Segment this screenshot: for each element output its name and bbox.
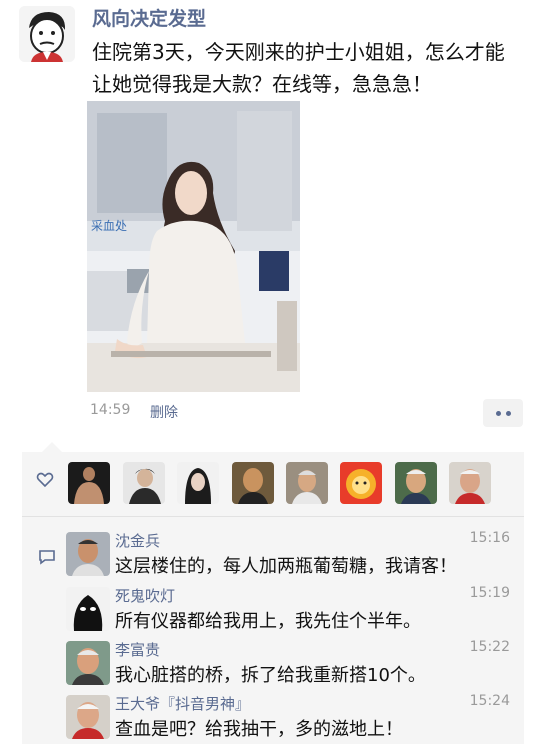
post-text: 住院第3天，今天刚来的护士小姐姐，怎么才能让她觉得我是大款？在线等，急急急！: [92, 40, 505, 96]
long-hair-avatar[interactable]: [177, 462, 219, 504]
panel-arrow: [42, 442, 62, 452]
heart-icon: [36, 472, 54, 488]
poster-avatar[interactable]: [19, 6, 75, 62]
comment-text: 我心脏搭的桥，拆了给我重新搭10个。: [115, 665, 426, 686]
commenter-avatar[interactable]: [66, 532, 110, 576]
post-time: 14:59: [90, 402, 131, 418]
cartoon-lion-avatar[interactable]: [340, 462, 382, 504]
delete-link[interactable]: 删除: [150, 402, 178, 422]
commenter-name[interactable]: 沈金兵: [115, 530, 160, 551]
more-options-button[interactable]: [483, 399, 523, 427]
commenter-avatar[interactable]: [66, 641, 110, 685]
comment-text: 所有仪器都给我用上，我先住个半年。: [115, 611, 421, 632]
commenter-avatar[interactable]: [66, 695, 110, 739]
commenter-name[interactable]: 死鬼吹灯: [115, 585, 175, 606]
comment-time: 15:16: [469, 530, 510, 546]
comment-text: 查血是吧？给我抽干，多的滋地上！: [115, 719, 403, 740]
comment-item[interactable]: 王大爷『抖音男神』 15:24 查血是吧？给我抽干，多的滋地上！: [66, 693, 512, 745]
comment-item[interactable]: 李富贵 15:22 我心脏搭的桥，拆了给我重新搭10个。: [66, 639, 512, 691]
comment-time: 15:22: [469, 639, 510, 655]
poster-name[interactable]: 风向决定发型: [92, 4, 206, 31]
commenter-name[interactable]: 王大爷『抖音男神』: [115, 693, 250, 714]
likes-row: [22, 452, 524, 517]
moments-post: 风向决定发型 住院第3天，今天刚来的护士小姐姐，怎么才能让她觉得我是大款？在线等…: [0, 0, 546, 744]
bald-man-avatar[interactable]: [232, 462, 274, 504]
dot-icon: [495, 410, 501, 416]
interaction-panel: 沈金兵 15:16 这层楼住的，每人加两瓶葡萄糖，我请客！ 死鬼吹灯 15:19…: [22, 452, 524, 744]
comment-time: 15:19: [469, 585, 510, 601]
comment-icon: [39, 550, 55, 565]
old-man-avatar-2[interactable]: [395, 462, 437, 504]
dot-icon: [505, 410, 511, 416]
comment-text: 这层楼住的，每人加两瓶葡萄糖，我请客！: [115, 556, 457, 577]
post-photo[interactable]: 采血处: [87, 101, 300, 392]
man-avatar[interactable]: [123, 462, 165, 504]
muscle-man-avatar[interactable]: [68, 462, 110, 504]
old-man-avatar-3[interactable]: [449, 462, 491, 504]
old-man-avatar[interactable]: [286, 462, 328, 504]
comment-item[interactable]: 沈金兵 15:16 这层楼住的，每人加两瓶葡萄糖，我请客！: [66, 530, 512, 582]
photo-sign: 采血处: [91, 219, 128, 233]
commenter-avatar[interactable]: [66, 587, 110, 631]
comment-time: 15:24: [469, 693, 510, 709]
commenter-name[interactable]: 李富贵: [115, 639, 160, 660]
comment-item[interactable]: 死鬼吹灯 15:19 所有仪器都给我用上，我先住个半年。: [66, 585, 512, 637]
